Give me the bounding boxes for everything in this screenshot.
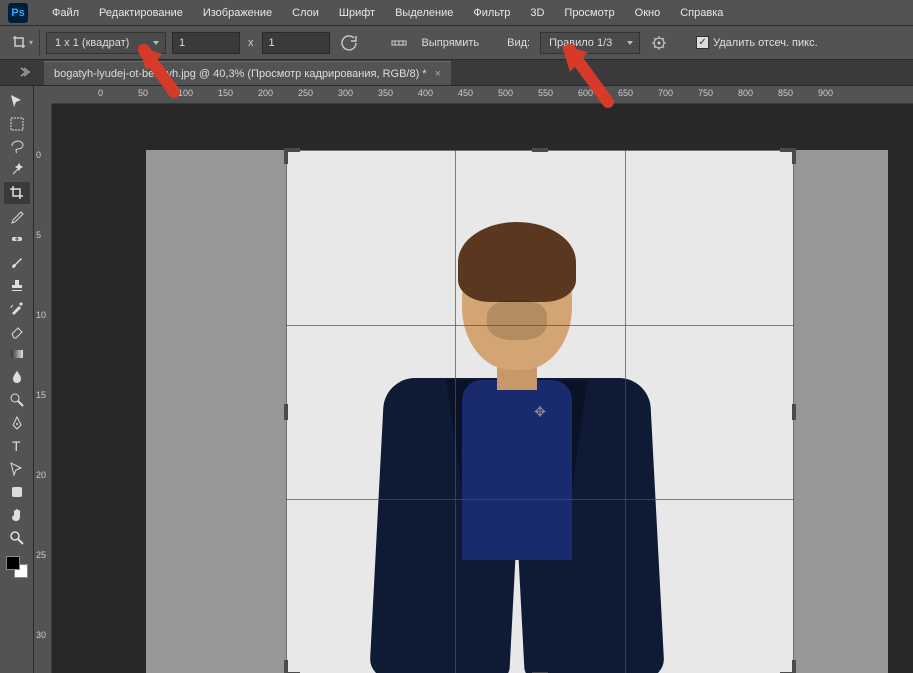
canvas-area: 0 50 100 150 200 250 300 350 400 450 500… [34,86,913,673]
eyedropper-tool[interactable] [4,205,30,227]
svg-text:T: T [12,438,21,454]
menu-bar: Ps Файл Редактирование Изображение Слои … [0,0,913,26]
crop-dim-left [146,150,286,673]
document-tab[interactable]: bogatyh-lyudej-ot-bednyh.jpg @ 40,3% (Пр… [44,61,451,85]
text-tool[interactable]: T [4,435,30,457]
menu-select[interactable]: Выделение [385,3,463,23]
delete-cropped-label: Удалить отсеч. пикс. [713,37,818,49]
menu-layers[interactable]: Слои [282,3,329,23]
stamp-tool[interactable] [4,274,30,296]
menu-help[interactable]: Справка [670,3,733,23]
ruler-tick: 150 [218,88,233,98]
ruler-tick: 10 [36,310,46,320]
checkbox-icon: ✓ [696,36,709,49]
fg-color[interactable] [6,556,20,570]
pen-tool[interactable] [4,412,30,434]
crop-tool[interactable] [4,182,30,204]
crop-handle-br[interactable] [780,660,796,673]
shape-tool[interactable] [4,481,30,503]
lasso-tool[interactable] [4,136,30,158]
crop-dim-right [794,150,888,673]
document-tab-bar: bogatyh-lyudej-ot-bednyh.jpg @ 40,3% (Пр… [0,60,913,86]
color-swatch[interactable] [6,556,28,578]
ruler-tick: 30 [36,630,46,640]
ruler-tick: 350 [378,88,393,98]
close-tab-icon[interactable]: × [435,68,441,80]
ruler-tick: 500 [498,88,513,98]
ruler-tick: 300 [338,88,353,98]
panel-toggle-icon[interactable] [4,59,44,85]
ruler-tick: 800 [738,88,753,98]
brush-tool[interactable] [4,251,30,273]
vertical-ruler[interactable]: 0 5 10 15 20 25 30 [34,104,52,673]
ruler-corner [34,86,52,104]
straighten-label[interactable]: Выпрямить [418,37,484,49]
crop-handle-left[interactable] [284,404,288,420]
crop-handle-top[interactable] [532,148,548,152]
ruler-tick: 400 [418,88,433,98]
gradient-tool[interactable] [4,343,30,365]
move-tool[interactable] [4,90,30,112]
crop-marquee[interactable]: ✥ [286,150,794,673]
annotation-arrow-right [560,46,630,116]
straighten-icon[interactable] [386,32,412,54]
delete-cropped-checkbox[interactable]: ✓ Удалить отсеч. пикс. [696,36,818,49]
app-logo[interactable]: Ps [8,3,28,23]
ruler-tick: 700 [658,88,673,98]
ruler-tick: 5 [36,230,41,240]
hand-tool[interactable] [4,504,30,526]
menu-file[interactable]: Файл [42,3,89,23]
ruler-tick: 200 [258,88,273,98]
history-brush-tool[interactable] [4,297,30,319]
menu-3d[interactable]: 3D [520,3,554,23]
ruler-tick: 20 [36,470,46,480]
wand-tool[interactable] [4,159,30,181]
ruler-tick: 750 [698,88,713,98]
crop-handle-tr[interactable] [780,148,796,164]
x-separator: x [246,37,256,49]
crop-handle-bl[interactable] [284,660,300,673]
ruler-tick: 250 [298,88,313,98]
menu-edit[interactable]: Редактирование [89,3,193,23]
tools-panel: T [0,86,34,673]
crop-tool-indicator[interactable]: ▾ [6,30,40,56]
tab-title: bogatyh-lyudej-ot-bednyh.jpg @ 40,3% (Пр… [54,68,427,80]
menu-filter[interactable]: Фильтр [463,3,520,23]
ruler-tick: 900 [818,88,833,98]
menu-window[interactable]: Окно [625,3,671,23]
dodge-tool[interactable] [4,389,30,411]
menu-view[interactable]: Просмотр [554,3,624,23]
ruler-tick: 15 [36,390,46,400]
ruler-tick: 25 [36,550,46,560]
options-bar: ▾ 1 x 1 (квадрат) 1 x 1 Выпрямить Вид: П… [0,26,913,60]
heal-tool[interactable] [4,228,30,250]
crop-handle-tl[interactable] [284,148,300,164]
ruler-tick: 450 [458,88,473,98]
zoom-tool[interactable] [4,527,30,549]
view-label: Вид: [503,37,534,49]
ruler-tick: 0 [98,88,103,98]
marquee-tool[interactable] [4,113,30,135]
overlay-settings-icon[interactable] [646,32,672,54]
blur-tool[interactable] [4,366,30,388]
ruler-tick: 550 [538,88,553,98]
crop-handle-right[interactable] [792,404,796,420]
work-area[interactable]: ✥ [52,104,913,673]
height-input[interactable]: 1 [262,32,330,54]
path-tool[interactable] [4,458,30,480]
ruler-tick: 0 [36,150,41,160]
clear-icon[interactable] [336,32,362,54]
main-area: T 0 50 100 150 200 250 300 350 400 450 5… [0,86,913,673]
menu-type[interactable]: Шрифт [329,3,385,23]
menu-image[interactable]: Изображение [193,3,282,23]
crop-center-icon: ✥ [534,404,546,421]
eraser-tool[interactable] [4,320,30,342]
annotation-arrow-left [138,46,198,106]
ruler-tick: 850 [778,88,793,98]
